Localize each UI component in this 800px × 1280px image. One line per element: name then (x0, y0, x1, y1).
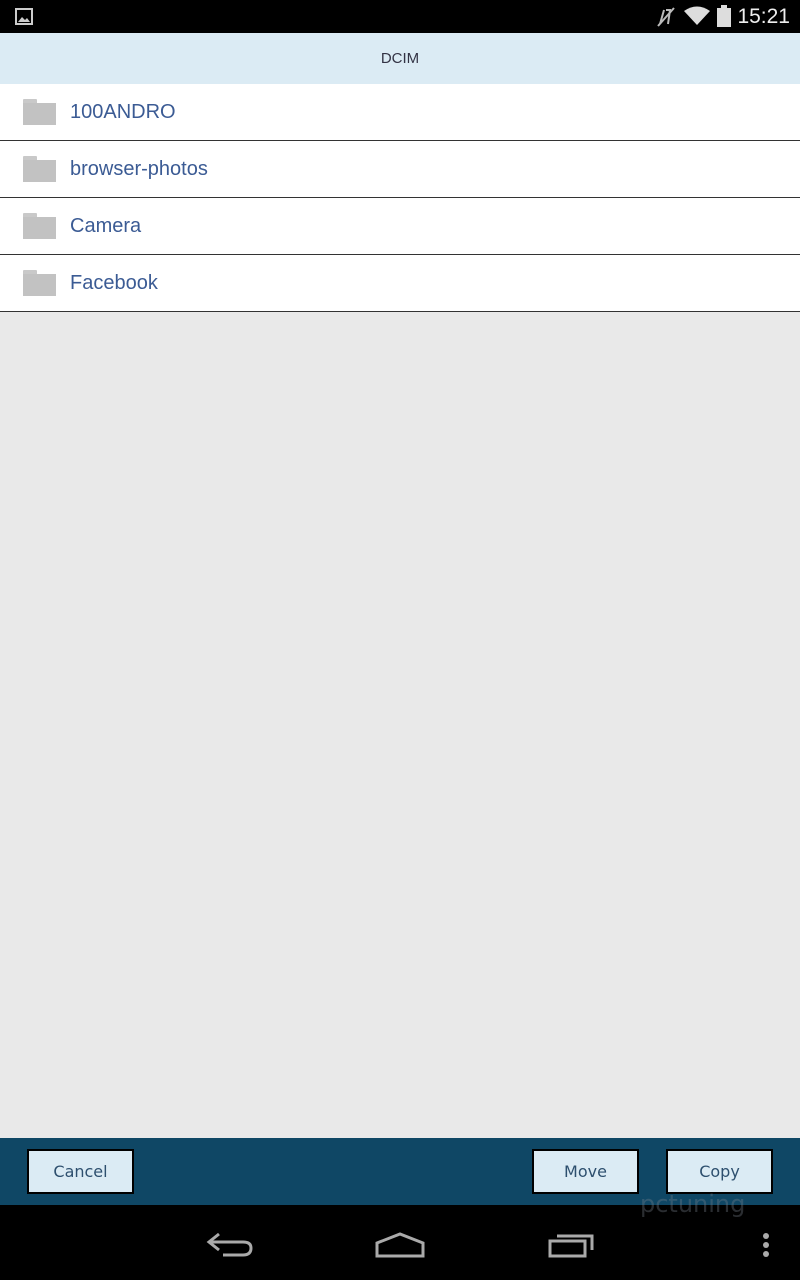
wifi-icon (684, 6, 710, 25)
folder-icon (23, 156, 56, 182)
folder-item[interactable]: 100ANDRO (0, 84, 800, 141)
move-button[interactable]: Move (532, 1149, 639, 1194)
copy-button[interactable]: Copy (666, 1149, 773, 1194)
folder-item[interactable]: Facebook (0, 255, 800, 312)
status-bar: 15:21 (0, 0, 800, 33)
folder-icon (23, 270, 56, 296)
folder-name: 100ANDRO (70, 100, 176, 123)
mute-icon (657, 7, 675, 27)
folder-item[interactable]: browser-photos (0, 141, 800, 198)
image-notification-icon (15, 8, 33, 25)
overflow-menu-icon[interactable] (760, 1232, 772, 1262)
folder-item[interactable]: Camera (0, 198, 800, 255)
folder-list: 100ANDRO browser-photos Camera Facebook (0, 84, 800, 312)
recents-icon[interactable] (548, 1232, 596, 1258)
watermark-logo: pctuning (640, 1190, 746, 1218)
folder-icon (23, 99, 56, 125)
folder-name: browser-photos (70, 157, 208, 180)
cancel-button[interactable]: Cancel (27, 1149, 134, 1194)
clock: 15:21 (737, 5, 790, 28)
back-icon[interactable] (205, 1230, 255, 1258)
folder-name: Facebook (70, 271, 158, 294)
battery-icon (717, 5, 731, 27)
folder-icon (23, 213, 56, 239)
home-icon[interactable] (374, 1231, 426, 1259)
page-title: DCIM (0, 33, 800, 84)
folder-name: Camera (70, 214, 142, 237)
